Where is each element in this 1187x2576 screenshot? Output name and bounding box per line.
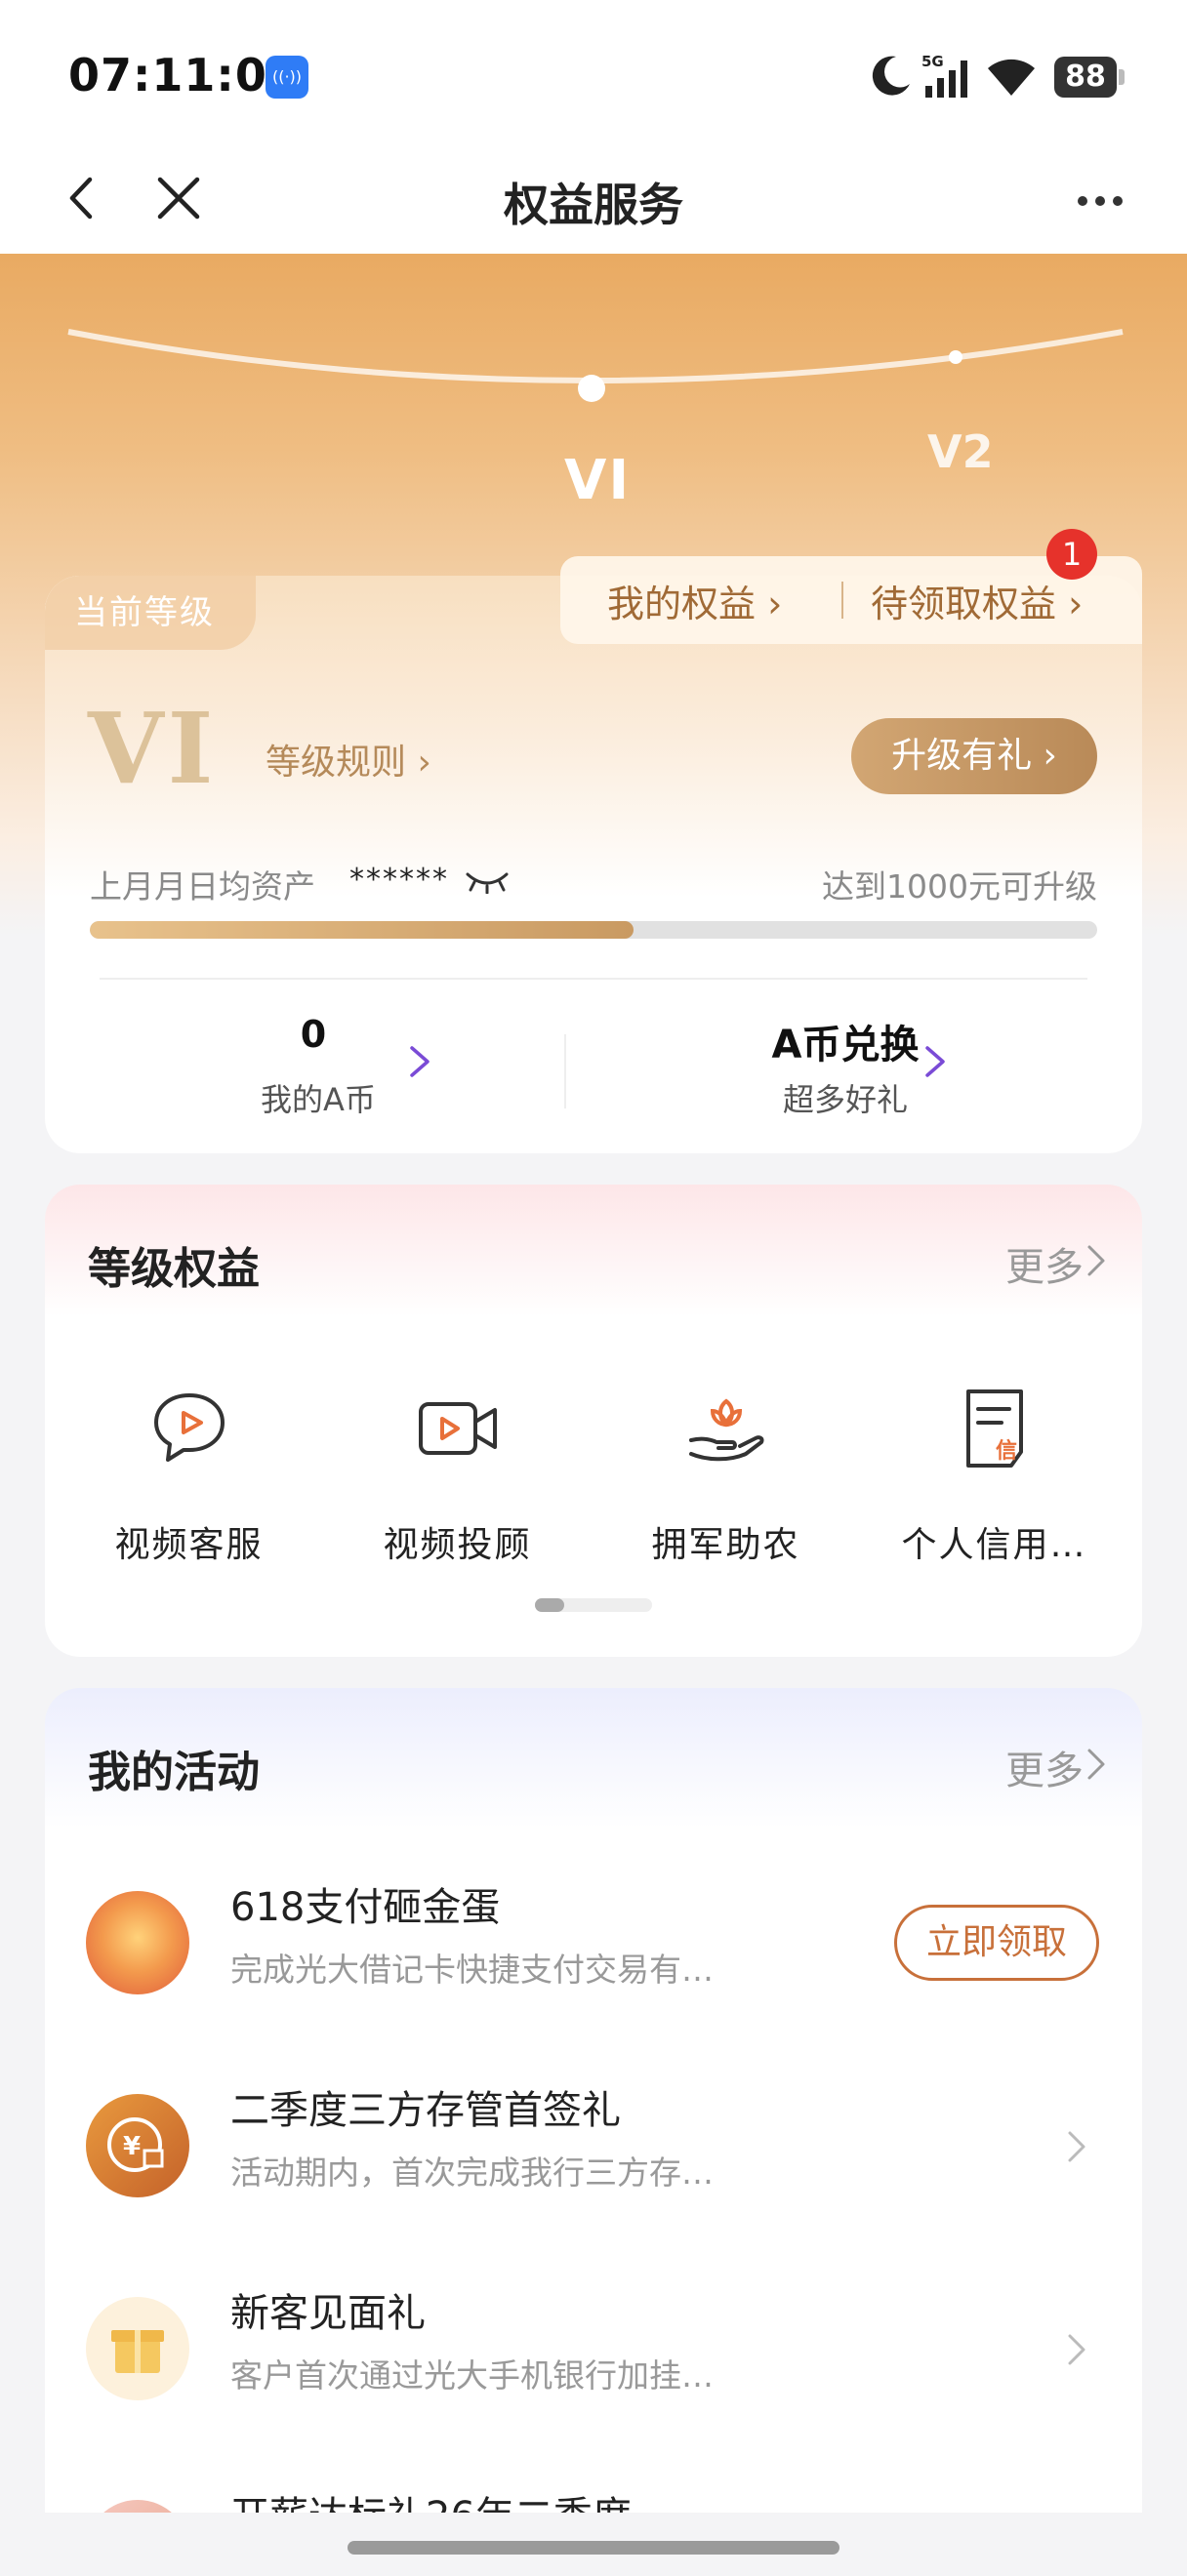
activities-more-link[interactable]: 更多 (1005, 1739, 1084, 1795)
chevron-right-icon[interactable] (1066, 2129, 1087, 2164)
level-progress-bar (90, 921, 1097, 939)
carousel-scroll-indicator (535, 1598, 652, 1612)
eye-closed-icon[interactable] (465, 868, 510, 894)
activity-row[interactable]: ¥ 二季度三方存管首签礼 活动期内，首次完成我行三方存… (45, 2055, 1142, 2231)
my-activities-section: 我的活动 更多 618支付砸金蛋 完成光大借记卡快捷支付交易有… 立即领取 ¥ … (45, 1688, 1142, 2576)
coin-label: 我的A币 (261, 1081, 376, 1118)
page-title: 权益服务 (504, 179, 683, 231)
chat-play-icon (153, 1393, 225, 1462)
battery-indicator: 88 (1054, 57, 1125, 98)
coin-chevron-icon[interactable] (408, 1044, 431, 1079)
current-level-badge: VI (88, 691, 218, 806)
credit-report-icon: 信 (965, 1389, 1023, 1468)
wifi-icon (988, 59, 1035, 96)
coin-exchange-title[interactable]: A币兑换 (572, 1013, 1119, 1069)
chevron-right-icon[interactable] (1085, 1243, 1107, 1278)
benefit-video-advisor[interactable]: 视频投顾 (323, 1380, 592, 1567)
asset-label: 上月月日均资产 (90, 867, 315, 906)
membership-card: 当前等级 VI 等级规则 › 升级有礼 › 上月月日均资产 ****** 达到1… (45, 576, 1142, 1153)
upgrade-gift-button[interactable]: 升级有礼 › (851, 718, 1097, 794)
level-marker-next: V2 (927, 425, 994, 478)
benefit-military-farming[interactable]: 拥军助农 (592, 1380, 860, 1567)
claim-now-button[interactable]: 立即领取 (894, 1905, 1099, 1981)
pending-count-badge: 1 (1046, 529, 1097, 580)
benefit-personal-credit[interactable]: 信 个人信用… (860, 1380, 1128, 1567)
coin-balance[interactable]: 0 (45, 1013, 592, 1056)
more-options-icon[interactable] (1078, 191, 1130, 206)
benefit-video-service[interactable]: 视频客服 (55, 1380, 323, 1567)
asset-masked-value: ****** (349, 863, 449, 897)
section-title: 我的活动 (88, 1748, 260, 1797)
current-level-label: 当前等级 (45, 576, 256, 650)
section-title: 等级权益 (88, 1244, 260, 1294)
level-marker-current: VI (564, 449, 632, 512)
svg-text:¥: ¥ (123, 2132, 141, 2161)
cellular-signal-icon: 5G (921, 53, 967, 98)
coin-exchange-subtitle: 超多好礼 (782, 1081, 908, 1118)
svg-text:信: 信 (996, 1438, 1017, 1464)
gift-box-icon (86, 2297, 189, 2400)
golden-egg-icon (86, 1891, 189, 1994)
tab-pending-rights[interactable]: 待领取权益 › (871, 574, 1083, 627)
hotspot-icon: ((·)) (266, 56, 308, 99)
yuan-gift-icon: ¥ (86, 2094, 189, 2197)
benefits-more-link[interactable]: 更多 (1005, 1235, 1084, 1292)
activity-row[interactable]: 618支付砸金蛋 完成光大借记卡快捷支付交易有… 立即领取 (45, 1852, 1142, 2028)
nav-header: 权益服务 (0, 146, 1187, 254)
level-rules-link[interactable]: 等级规则 › (266, 734, 431, 785)
level-progress-fill (90, 921, 634, 939)
moon-icon (872, 56, 910, 96)
home-indicator[interactable] (348, 2541, 839, 2555)
chevron-right-icon[interactable] (1066, 2332, 1087, 2367)
hand-flower-icon (688, 1398, 763, 1462)
level-benefits-section: 等级权益 更多 视频客服 视频投顾 拥军助农 信 个人信用… (45, 1185, 1142, 1657)
activity-row[interactable]: 新客见面礼 客户首次通过光大手机银行加挂… (45, 2258, 1142, 2434)
tab-my-rights[interactable]: 我的权益 › (607, 574, 782, 627)
upgrade-hint: 达到1000元可升级 (822, 867, 1097, 906)
video-camera-icon (418, 1402, 497, 1455)
chevron-right-icon[interactable] (1085, 1747, 1107, 1782)
status-bar: 07:11:02 ((·)) 5G 88 (0, 0, 1187, 146)
svg-text:5G: 5G (921, 53, 944, 70)
exchange-chevron-icon[interactable] (923, 1044, 947, 1079)
